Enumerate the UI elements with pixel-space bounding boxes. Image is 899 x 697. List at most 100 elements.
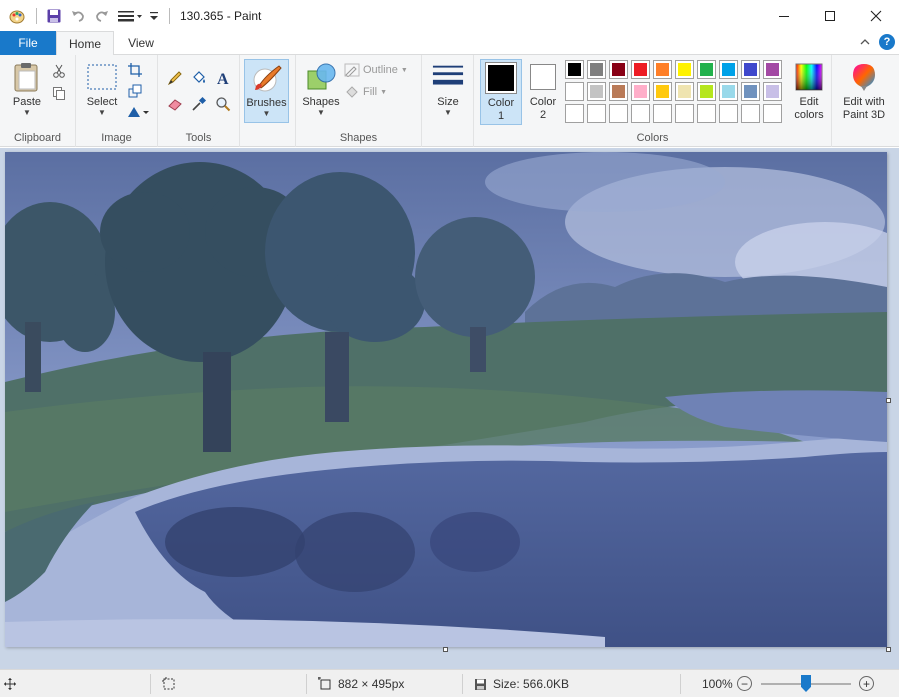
paint3d-label-2: Paint 3D xyxy=(842,109,886,121)
pencil-icon[interactable] xyxy=(164,67,186,89)
zoom-slider-thumb[interactable] xyxy=(801,675,811,692)
crop-icon[interactable] xyxy=(124,59,146,81)
palette-color-swatch[interactable] xyxy=(741,82,760,101)
ribbon-right-controls: ? xyxy=(859,34,895,50)
tab-file[interactable]: File xyxy=(0,31,56,55)
fill-icon xyxy=(346,86,358,98)
image-group-label: Image xyxy=(101,132,132,144)
edit-with-paint3d-button[interactable]: Edit with Paint 3D xyxy=(836,61,892,122)
maximize-button[interactable] xyxy=(807,0,853,31)
redo-icon[interactable] xyxy=(91,5,113,27)
help-icon[interactable]: ? xyxy=(879,34,895,50)
palette-color-swatch[interactable] xyxy=(653,82,672,101)
palette-color-swatch[interactable] xyxy=(675,82,694,101)
color2-label: Color xyxy=(529,96,557,108)
zoom-in-button[interactable]: + xyxy=(859,676,874,691)
line-list-icon[interactable] xyxy=(115,5,145,27)
shapes-button[interactable]: Shapes ▼ xyxy=(300,61,342,117)
close-button[interactable] xyxy=(853,0,899,31)
quick-access-toolbar xyxy=(0,0,176,31)
cursor-position xyxy=(4,670,16,697)
palette-color-swatch[interactable] xyxy=(565,82,584,101)
eraser-icon[interactable] xyxy=(164,93,186,115)
palette-color-swatch[interactable] xyxy=(609,60,628,79)
palette-color-swatch[interactable] xyxy=(697,82,716,101)
canvas-workspace[interactable] xyxy=(0,148,899,669)
palette-color-swatch[interactable] xyxy=(675,60,694,79)
paste-button[interactable]: Paste ▼ xyxy=(8,61,46,117)
color2-number: 2 xyxy=(539,109,547,121)
palette-color-swatch[interactable] xyxy=(609,104,628,123)
customize-qat-icon[interactable] xyxy=(147,5,161,27)
resize-handle-bottom[interactable] xyxy=(443,647,448,652)
palette-color-swatch[interactable] xyxy=(587,82,606,101)
rotate-icon[interactable] xyxy=(124,101,152,123)
fill-button[interactable]: Fill ▼ xyxy=(344,85,387,99)
zoom-out-button[interactable]: − xyxy=(737,676,752,691)
file-size-text: Size: 566.0KB xyxy=(493,677,570,691)
palette-color-swatch[interactable] xyxy=(653,104,672,123)
text-icon[interactable]: A xyxy=(212,67,234,89)
palette-color-swatch[interactable] xyxy=(675,104,694,123)
palette-color-swatch[interactable] xyxy=(763,104,782,123)
paint-app-icon[interactable] xyxy=(6,5,28,27)
color2-button[interactable]: Color 2 xyxy=(522,61,564,122)
copy-icon[interactable] xyxy=(48,82,70,104)
save-icon[interactable] xyxy=(43,5,65,27)
color1-swatch xyxy=(485,62,517,94)
resize-handle-corner[interactable] xyxy=(886,647,891,652)
status-divider xyxy=(462,674,463,694)
undo-icon[interactable] xyxy=(67,5,89,27)
palette-color-swatch[interactable] xyxy=(631,60,650,79)
drawing-canvas[interactable] xyxy=(5,152,887,647)
size-button[interactable]: Size ▼ xyxy=(428,61,468,117)
chevron-down-icon: ▼ xyxy=(444,108,452,117)
colors-group-label: Colors xyxy=(636,132,669,144)
palette-color-swatch[interactable] xyxy=(763,82,782,101)
palette-color-swatch[interactable] xyxy=(587,104,606,123)
shapes-icon xyxy=(305,61,337,93)
magnifier-icon[interactable] xyxy=(212,93,234,115)
palette-color-swatch[interactable] xyxy=(653,60,672,79)
palette-color-swatch[interactable] xyxy=(587,60,606,79)
edit-colors-group: Edit colors xyxy=(784,55,832,147)
brushes-button[interactable]: Brushes ▼ xyxy=(244,59,289,123)
palette-color-swatch[interactable] xyxy=(741,104,760,123)
status-divider xyxy=(680,674,681,694)
palette-color-swatch[interactable] xyxy=(565,60,584,79)
image-group: Select ▼ Image xyxy=(76,55,158,147)
qat-separator xyxy=(36,7,37,24)
color-picker-icon[interactable] xyxy=(188,93,210,115)
palette-color-swatch[interactable] xyxy=(697,60,716,79)
palette-color-swatch[interactable] xyxy=(741,60,760,79)
ribbon-tabs: File Home View ? xyxy=(0,31,899,56)
palette-color-swatch[interactable] xyxy=(719,104,738,123)
zoom-level: 100% xyxy=(702,670,733,697)
palette-color-swatch[interactable] xyxy=(719,60,738,79)
edit-colors-button[interactable]: Edit colors xyxy=(788,61,830,122)
selection-icon xyxy=(162,677,175,690)
minimize-button[interactable] xyxy=(761,0,807,31)
resize-icon[interactable] xyxy=(124,80,146,102)
disk-icon xyxy=(475,678,486,690)
palette-color-swatch[interactable] xyxy=(763,60,782,79)
plus-icon: + xyxy=(862,676,870,691)
palette-color-swatch[interactable] xyxy=(609,82,628,101)
palette-color-swatch[interactable] xyxy=(565,104,584,123)
tab-home[interactable]: Home xyxy=(56,31,114,56)
select-button[interactable]: Select ▼ xyxy=(82,61,122,117)
outline-button[interactable]: Outline ▼ xyxy=(344,63,408,77)
cut-icon[interactable] xyxy=(48,60,70,82)
palette-color-swatch[interactable] xyxy=(719,82,738,101)
palette-color-swatch[interactable] xyxy=(697,104,716,123)
palette-color-swatch[interactable] xyxy=(631,82,650,101)
tab-view[interactable]: View xyxy=(118,31,164,55)
chevron-down-icon: ▼ xyxy=(400,66,408,74)
tools-group-label: Tools xyxy=(185,132,212,144)
fill-bucket-icon[interactable] xyxy=(188,67,210,89)
palette-color-swatch[interactable] xyxy=(631,104,650,123)
chevron-down-icon: ▼ xyxy=(98,108,106,117)
collapse-ribbon-icon[interactable] xyxy=(859,36,871,48)
color1-button[interactable]: Color 1 xyxy=(480,59,522,125)
resize-handle-right[interactable] xyxy=(886,398,891,403)
